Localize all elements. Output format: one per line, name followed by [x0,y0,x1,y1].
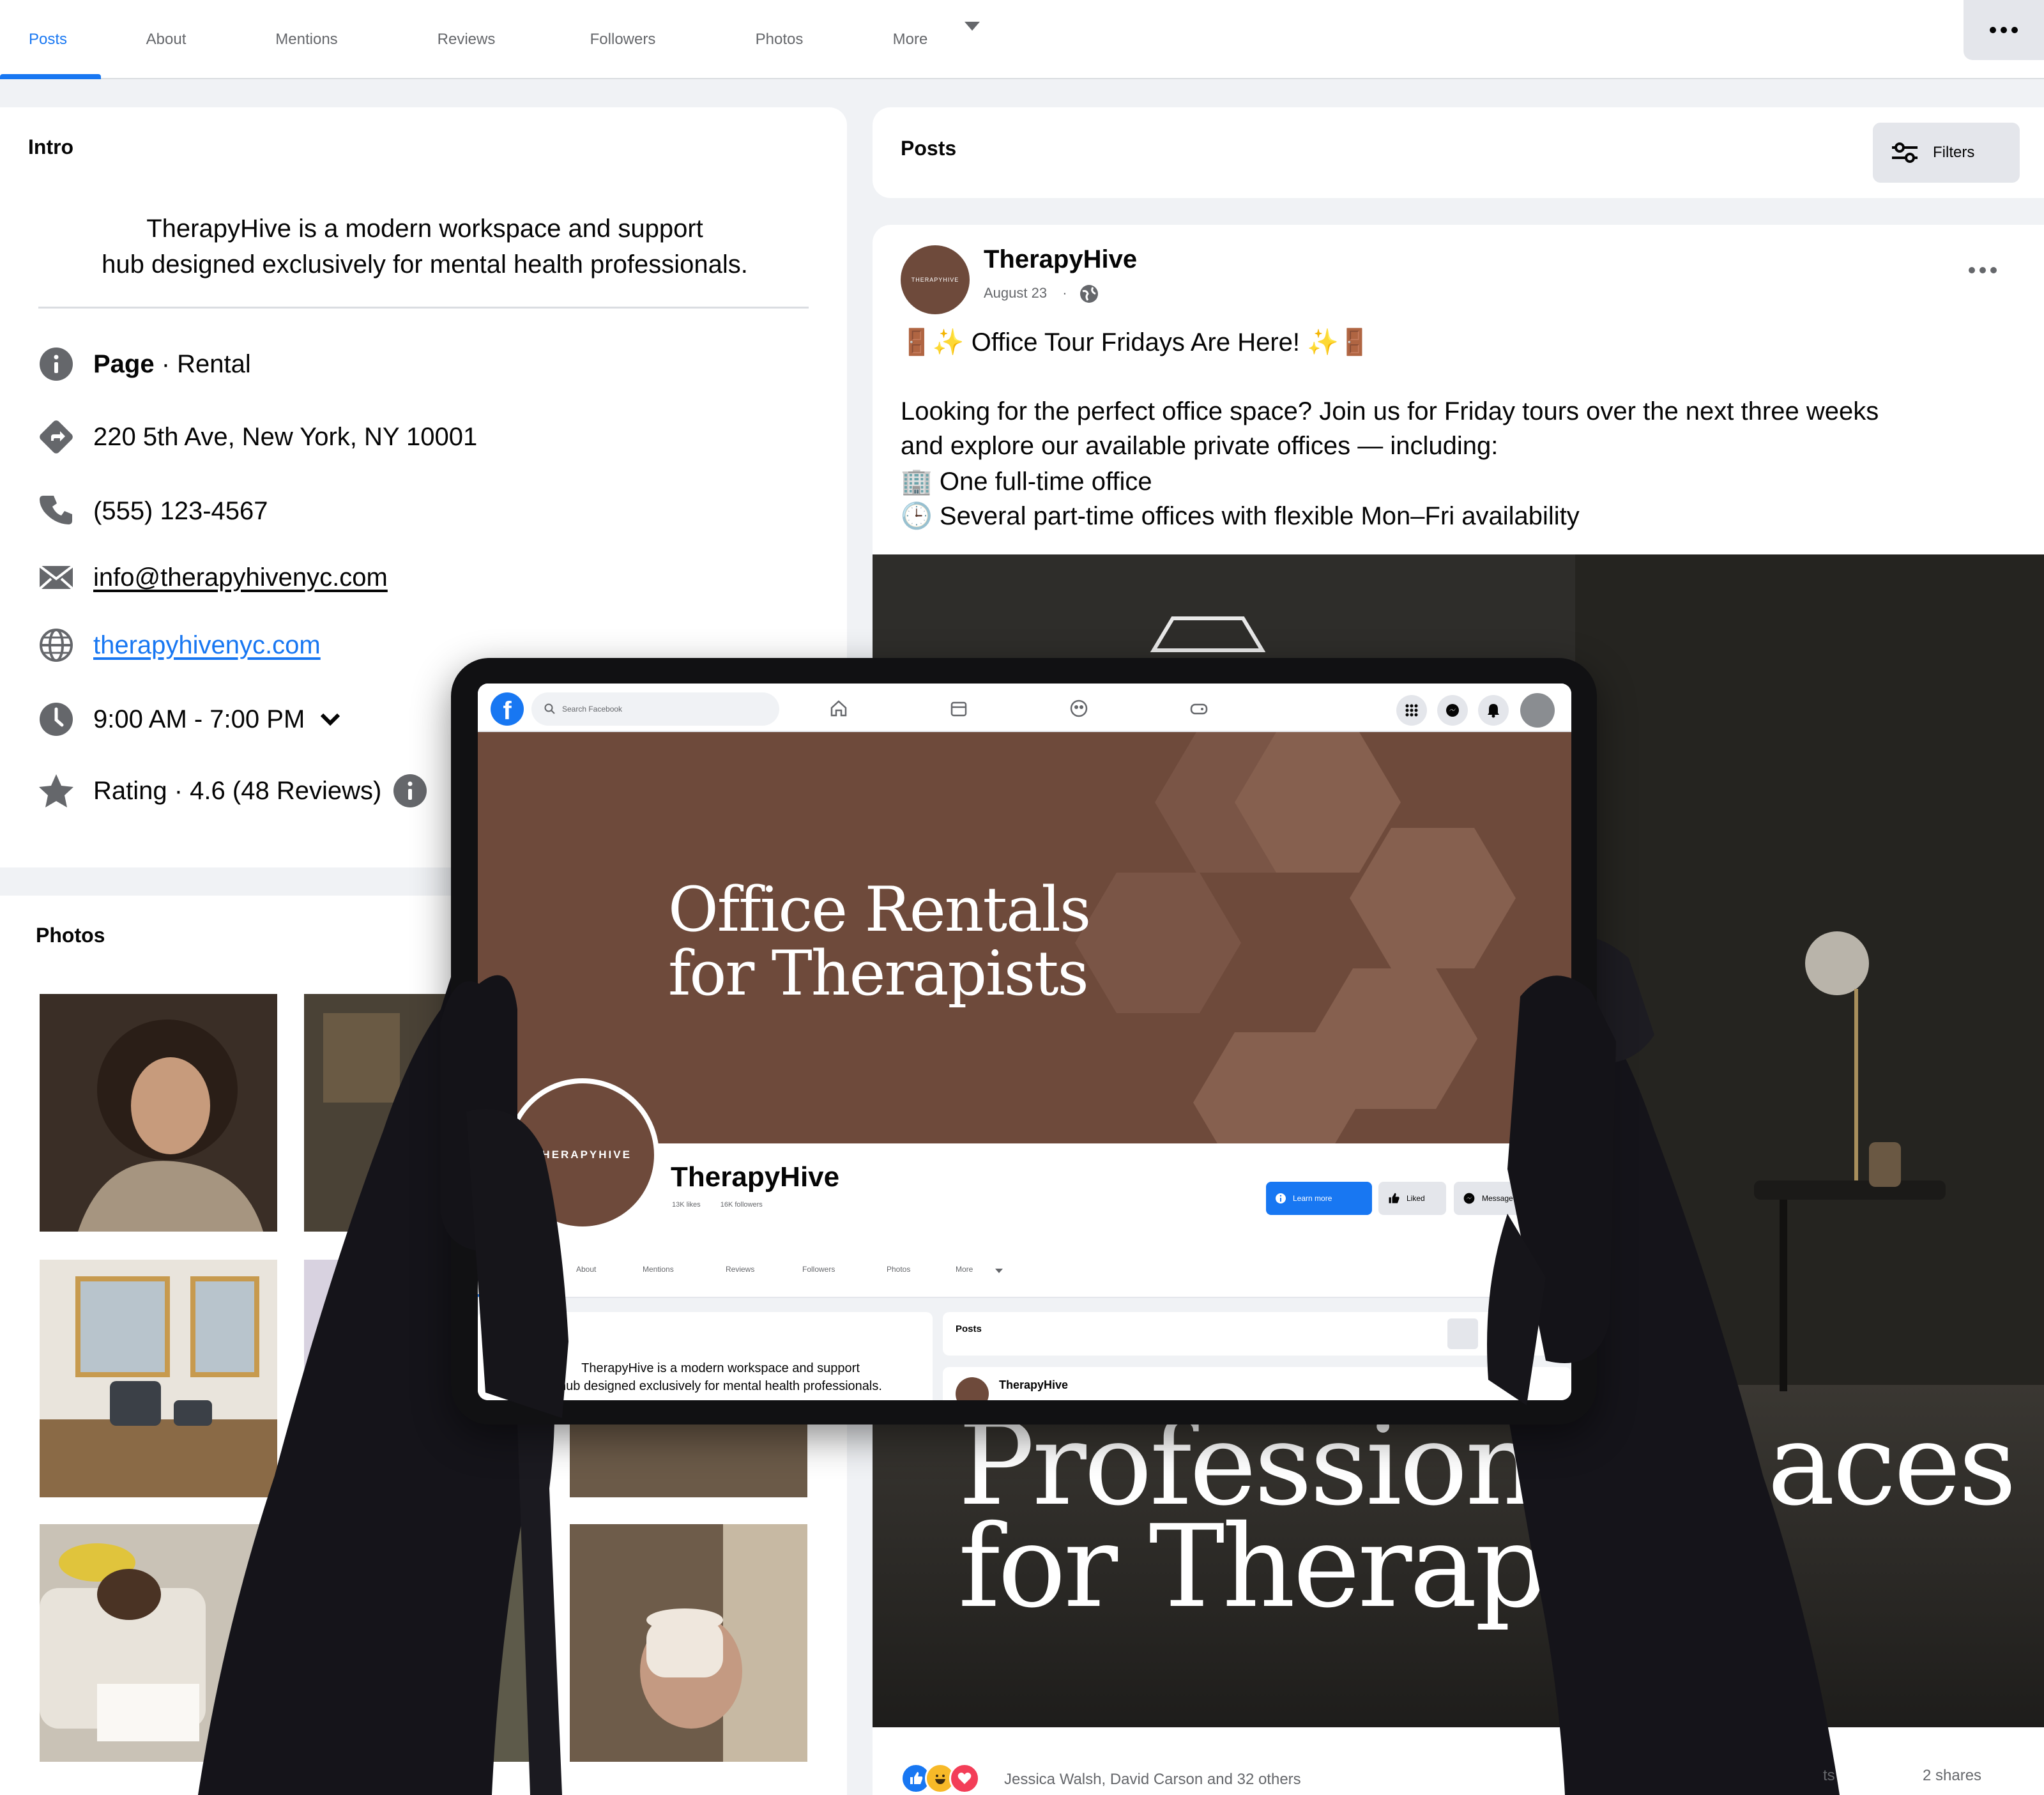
tablet-search-input[interactable]: Search Facebook [531,692,779,726]
facebook-logo-icon[interactable]: f [491,692,524,726]
learn-more-button[interactable]: Learn more [1266,1182,1372,1215]
tablet-page-stats: 13K likes 16K followers [672,1201,763,1209]
tablet-post-card: TherapyHive [943,1367,1571,1400]
account-avatar[interactable] [1520,693,1555,728]
tablet-posts-title: Posts [956,1324,982,1334]
tablet-tab-about[interactable]: About [576,1265,596,1274]
tablet-tab-followers[interactable]: Followers [802,1265,835,1274]
tablet-cover-photo: Office Rentals for Therapists [478,732,1571,1143]
search-icon [544,703,555,714]
menu-grid-icon[interactable] [1396,695,1427,726]
learn-more-label: Learn more [1293,1194,1332,1203]
tablet-intro-line: hub designed exclusively for mental heal… [559,1379,882,1393]
cover-title-line: for Therapists [668,938,1089,1009]
tablet-tab-photos[interactable]: Photos [887,1265,910,1274]
messenger-icon [1463,1193,1475,1204]
tablet-intro-card: TherapyHive is a modern workspace and su… [478,1312,933,1400]
tablet-active-tab-indicator [478,1294,562,1297]
cover-title: Office Rentals for Therapists [668,874,1091,1009]
chevron-down-icon[interactable] [995,1269,1003,1273]
tablet-page-name: TherapyHive [671,1161,840,1193]
cover-title-line: Office Rentals [668,874,1091,945]
tablet-tab-more[interactable]: More [956,1265,973,1274]
tablet-screen: f Search Facebook Office Rentals for The… [478,684,1571,1400]
comments-count[interactable]: ts [1823,1767,1835,1785]
message-button[interactable]: Message [1454,1182,1537,1215]
likes-count[interactable]: 13K likes [672,1201,701,1209]
profile-logo-text: THERAPYHIVE [533,1149,632,1161]
tablet-profile-picture[interactable]: THERAPYHIVE [506,1078,659,1232]
messenger-icon[interactable] [1437,695,1468,726]
tablet-filters-button[interactable] [1447,1318,1478,1349]
groups-icon[interactable] [1069,699,1088,718]
tablet-tab-reviews[interactable]: Reviews [726,1265,754,1274]
tablet-post-author[interactable]: TherapyHive [999,1379,1068,1392]
followers-count[interactable]: 16K followers [721,1201,763,1209]
shares-count[interactable]: 2 shares [1923,1767,1981,1785]
liked-button[interactable]: Liked [1378,1182,1446,1215]
marketplace-icon[interactable] [949,699,968,718]
tablet-tab-mentions[interactable]: Mentions [643,1265,674,1274]
message-label: Message [1482,1194,1513,1203]
info-icon [1276,1193,1286,1203]
tablet-intro-line: TherapyHive is a modern workspace and su… [581,1361,860,1375]
home-icon[interactable] [829,699,848,718]
gaming-icon[interactable] [1189,699,1209,718]
tablet-facebook-nav: f Search Facebook [478,684,1571,732]
notifications-bell-icon[interactable] [1478,695,1509,726]
tablet-posts-header: Posts [943,1312,1571,1356]
tablet-post-avatar[interactable] [956,1377,989,1400]
thumbs-up-icon [1389,1193,1400,1203]
tablet-tab-bar: About Mentions Reviews Followers Photos … [478,1246,1571,1298]
search-placeholder: Search Facebook [562,705,623,714]
liked-label: Liked [1407,1194,1425,1203]
tablet-page-body: TherapyHive is a modern workspace and su… [478,1298,1571,1400]
